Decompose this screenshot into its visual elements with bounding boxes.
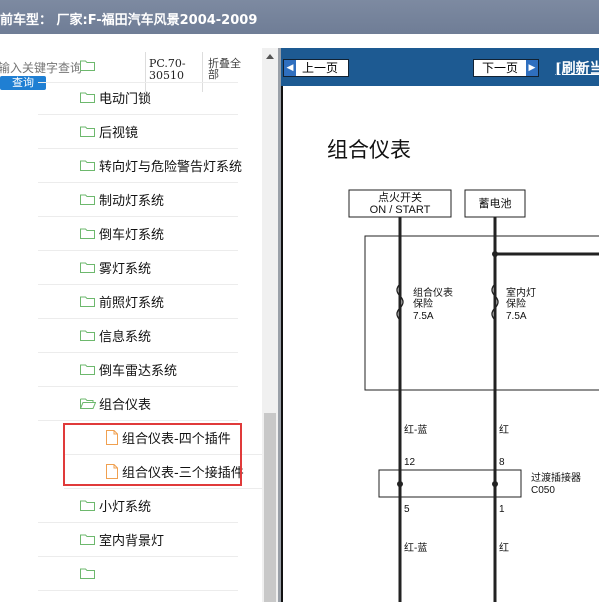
tree-item-folder[interactable]: 电动门锁	[80, 80, 151, 114]
tree-item-label: 转向灯与危险警告灯系统	[99, 159, 243, 175]
tree-item-label: 小灯系统	[99, 499, 152, 515]
left-panel: 查询 PC.70-30510 折叠全部 电动门锁后视镜转向灯与危险警告灯系统制动…	[0, 48, 262, 602]
refresh-link[interactable]: [刷新当	[555, 58, 599, 78]
fuse1-label-1: 组合仪表	[413, 286, 453, 299]
folder-icon	[80, 59, 95, 71]
tree-item-label: 信息系统	[99, 329, 152, 345]
wire-color-left: 红-蓝	[404, 423, 427, 436]
fuse1-label-2: 保险	[413, 297, 433, 310]
tree-item-label: 前照灯系统	[99, 295, 165, 311]
search-input[interactable]	[0, 60, 144, 76]
tree-item-folder[interactable]: 室内背景灯	[80, 522, 164, 556]
ignition-label-1: 点火开关	[378, 190, 422, 204]
pc-code-label: PC.70-30510	[149, 57, 186, 82]
collapse-all-button[interactable]: 折叠全部	[208, 58, 248, 80]
tree-item-label: 室内背景灯	[99, 533, 165, 549]
tree-item-label: 倒车雷达系统	[99, 363, 178, 379]
diagram-title: 组合仪表	[327, 139, 411, 162]
vehicle-model-title: 前车型： 厂家:F-福田汽车风景2004-2009	[0, 13, 258, 28]
folder-icon	[80, 363, 95, 375]
pin-12: 12	[404, 457, 416, 468]
next-page-button[interactable]: 下一页 ▶	[473, 59, 539, 77]
tree-row-divider	[38, 590, 238, 591]
tree-item-label: 后视镜	[99, 125, 139, 141]
wire-color-left-2: 红-蓝	[404, 541, 427, 554]
folder-icon	[80, 227, 95, 239]
folder-icon	[80, 193, 95, 205]
tree-row-divider	[38, 556, 238, 557]
title-bar: 前车型： 厂家:F-福田汽车风景2004-2009	[0, 0, 599, 34]
tree-item-folder[interactable]: 后视镜	[80, 114, 138, 148]
tree-item-folder[interactable]: 倒车灯系统	[80, 216, 164, 250]
tree-scrollbar[interactable]	[262, 48, 278, 602]
folder-icon	[80, 159, 95, 171]
tree-item-folder[interactable]: 组合仪表	[80, 386, 151, 420]
folder-icon	[80, 125, 95, 137]
tree-item-label: 雾灯系统	[99, 261, 152, 277]
connector-pin-dot-left	[397, 481, 403, 487]
tree-item-folder[interactable]: 信息系统	[80, 318, 151, 352]
document-viewer: ◀ 上一页 下一页 ▶ [刷新当 组合仪表 点火开关 ON / START 蓄电…	[281, 48, 599, 602]
fuse2-label-3: 7.5A	[506, 311, 527, 322]
header-gap	[0, 34, 599, 48]
folder-icon	[80, 91, 95, 103]
tree-item-folder[interactable]: 前照灯系统	[80, 284, 164, 318]
tree-item-label: 组合仪表	[99, 397, 152, 413]
junction-dot	[492, 251, 498, 257]
folder-icon	[80, 329, 95, 341]
fuse2-label-1: 室内灯	[506, 286, 536, 299]
pin-1: 1	[499, 504, 505, 515]
tree-item-label: 制动灯系统	[99, 193, 165, 209]
scroll-thumb[interactable]	[264, 413, 276, 602]
folder-icon	[80, 533, 95, 545]
folder-icon	[80, 499, 95, 511]
pin-8: 8	[499, 457, 505, 468]
wire-color-right-2: 红	[499, 541, 509, 554]
fuse1-label-3: 7.5A	[413, 311, 434, 322]
battery-label: 蓄电池	[479, 197, 512, 210]
tree-item-label: 倒车灯系统	[99, 227, 165, 243]
tree-item-folder[interactable]: 制动灯系统	[80, 182, 164, 216]
arrow-right-icon: ▶	[526, 60, 538, 76]
connector-pin-dot-right	[492, 481, 498, 487]
fuse2-label-2: 保险	[506, 297, 526, 310]
tree-item-label: 电动门锁	[99, 91, 152, 107]
tree-item-folder[interactable]: 转向灯与危险警告灯系统	[80, 148, 242, 182]
ignition-label-2: ON / START	[370, 204, 431, 216]
folder-icon	[80, 295, 95, 307]
pin-5: 5	[404, 504, 410, 515]
connector-code: C050	[531, 485, 555, 496]
tree-item-folder[interactable]: 小灯系统	[80, 488, 151, 522]
tree-item-folder[interactable]: 倒车雷达系统	[80, 352, 177, 386]
viewer-nav-bar: ◀ 上一页 下一页 ▶ [刷新当	[281, 48, 599, 86]
arrow-left-icon: ◀	[284, 60, 296, 76]
tree-item-folder[interactable]	[80, 48, 99, 82]
wiring-diagram: 组合仪表 点火开关 ON / START 蓄电池 组合仪表 保险 7.5A 室内…	[327, 139, 599, 602]
search-separator-2	[202, 52, 203, 92]
folder-open-icon	[80, 397, 96, 409]
query-button[interactable]: 查询	[0, 76, 46, 90]
selection-highlight-box	[63, 423, 242, 486]
tree-item-folder[interactable]	[80, 556, 99, 590]
wiring-diagram-page: 组合仪表 点火开关 ON / START 蓄电池 组合仪表 保险 7.5A 室内…	[281, 86, 599, 602]
folder-icon	[80, 567, 95, 579]
folder-icon	[80, 261, 95, 273]
connector-name: 过渡插接器	[531, 471, 581, 484]
wire-color-right: 红	[499, 423, 509, 436]
tree-item-folder[interactable]: 雾灯系统	[80, 250, 151, 284]
scroll-up-icon[interactable]	[266, 54, 274, 59]
prev-page-button[interactable]: ◀ 上一页	[283, 59, 349, 77]
